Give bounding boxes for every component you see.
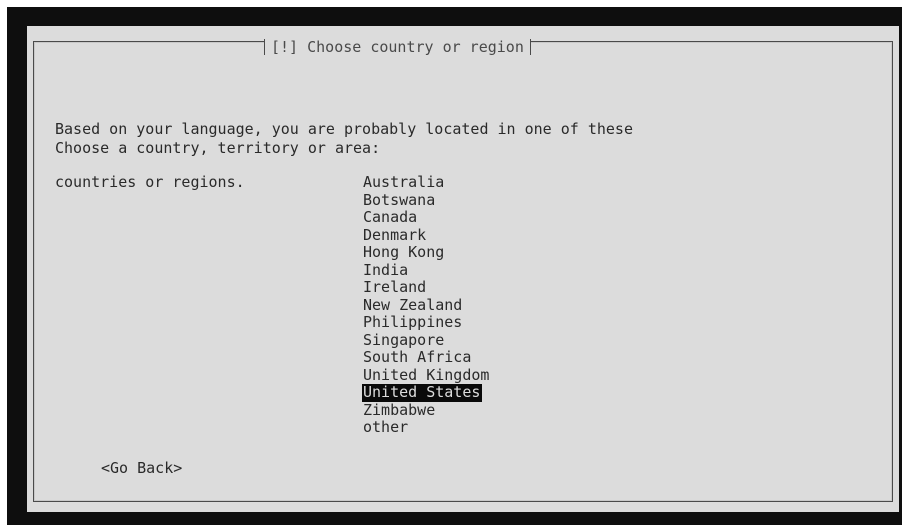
intro-line-2: countries or regions.: [55, 172, 245, 191]
list-item[interactable]: Denmark: [362, 226, 428, 245]
dialog-title: [!] Choose country or region: [264, 39, 531, 55]
list-item[interactable]: Australia: [362, 173, 446, 192]
list-item[interactable]: Canada: [362, 208, 419, 227]
list-item[interactable]: Zimbabwe: [362, 401, 437, 420]
list-item[interactable]: South Africa: [362, 348, 473, 367]
list-item[interactable]: Ireland: [362, 278, 428, 297]
list-item[interactable]: Hong Kong: [362, 243, 446, 262]
list-item[interactable]: Philippines: [362, 313, 464, 332]
list-item[interactable]: Singapore: [362, 331, 446, 350]
list-item[interactable]: other: [362, 418, 410, 437]
list-item[interactable]: India: [362, 261, 410, 280]
list-item[interactable]: United Kingdom: [362, 366, 491, 385]
country-prompt: Choose a country, territory or area:: [55, 139, 381, 157]
intro-line-1: Based on your language, you are probably…: [55, 120, 633, 138]
list-item[interactable]: New Zealand: [362, 296, 464, 315]
list-item-selected[interactable]: United States: [362, 383, 483, 402]
country-list[interactable]: Australia Botswana Canada Denmark Hong K…: [362, 173, 491, 437]
country-dialog: [!] Choose country or region Based on yo…: [27, 26, 899, 512]
go-back-button[interactable]: <Go Back>: [101, 459, 182, 478]
installer-screen: [!] Choose country or region Based on yo…: [7, 7, 902, 525]
list-item[interactable]: Botswana: [362, 191, 437, 210]
